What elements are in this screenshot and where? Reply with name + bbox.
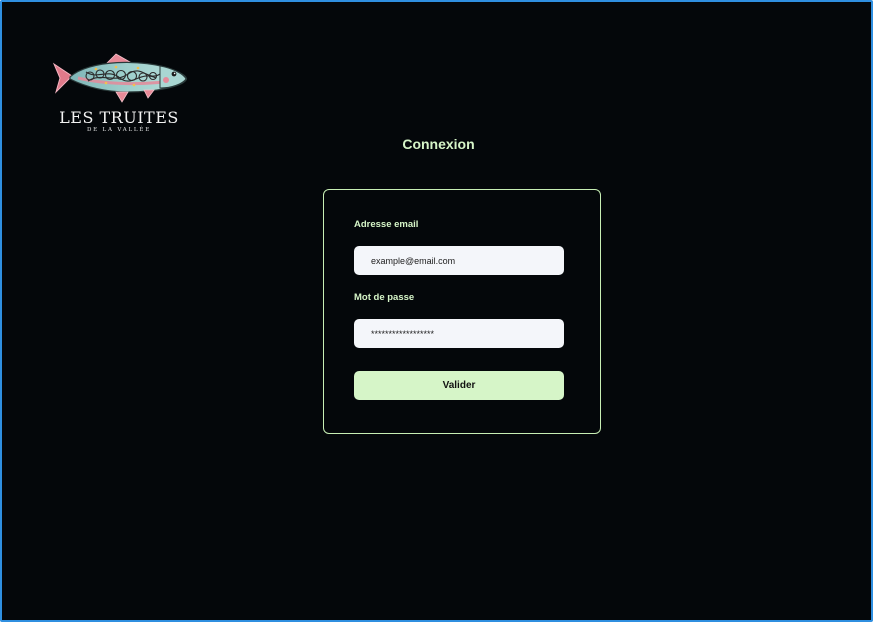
submit-button[interactable]: Valider xyxy=(354,371,564,400)
page-title: Connexion xyxy=(402,136,475,152)
brand-logo: LES TRUITES DE LA VALLÉE xyxy=(48,50,190,140)
brand-subtitle: DE LA VALLÉE xyxy=(86,127,152,133)
brand-title: LES TRUITES xyxy=(59,108,179,127)
app-window: LES TRUITES DE LA VALLÉE Connexion Adres… xyxy=(0,0,873,622)
password-label: Mot de passe xyxy=(354,292,415,303)
trout-fish-icon xyxy=(52,53,188,103)
email-field[interactable]: example@email.com xyxy=(354,246,564,275)
email-label: Adresse email xyxy=(354,219,419,230)
login-card: Adresse email example@email.com Mot de p… xyxy=(323,189,601,434)
password-field[interactable]: ****************** xyxy=(354,319,564,348)
